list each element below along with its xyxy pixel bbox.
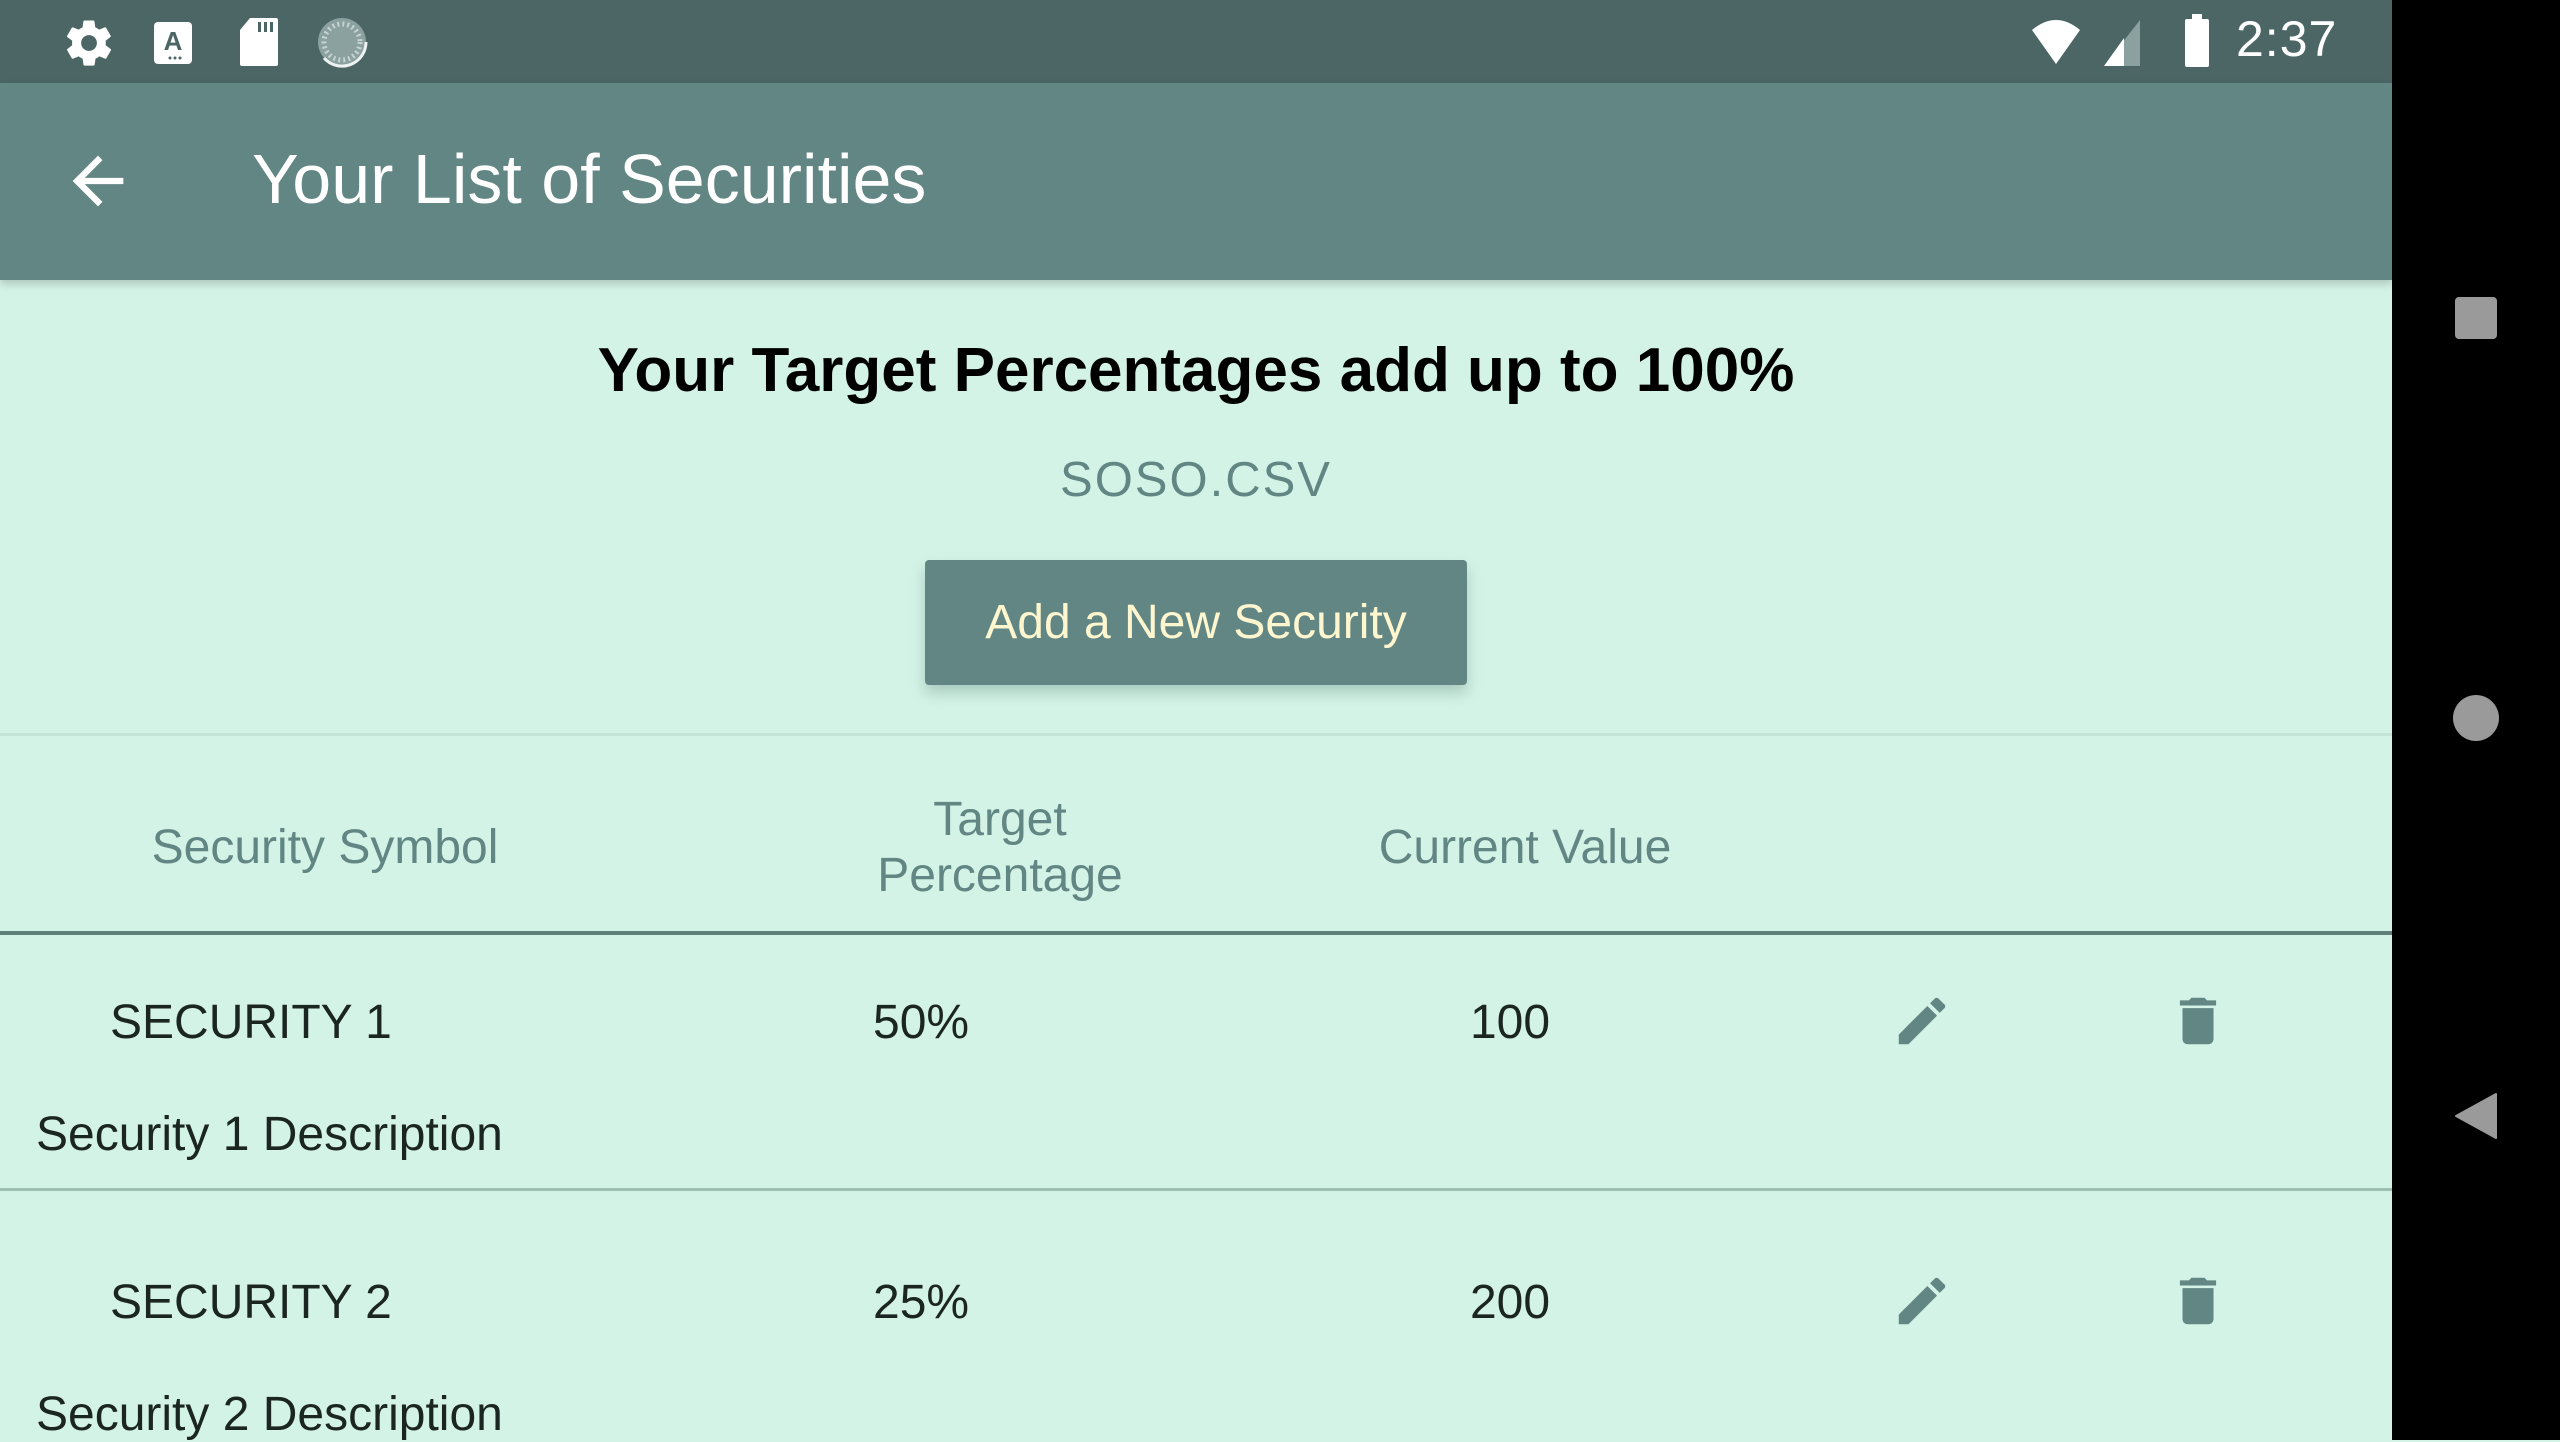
keyboard-a-icon: A — [152, 20, 194, 71]
add-new-security-button[interactable]: Add a New Security — [925, 560, 1467, 685]
column-header-target-percentage: Target Percentage — [800, 792, 1200, 904]
sync-loading-icon — [316, 16, 368, 73]
column-header-security-symbol: Security Symbol — [151, 821, 499, 874]
battery-icon — [2184, 14, 2210, 73]
current-value: 100 — [1469, 996, 1551, 1049]
status-bar: A 2:37 — [0, 0, 2392, 83]
current-value: 200 — [1469, 1276, 1551, 1329]
column-header-target-line1: Target — [933, 793, 1067, 846]
recents-square-icon — [2454, 296, 2498, 345]
recents-button[interactable] — [2392, 260, 2560, 380]
page-title: Your List of Securities — [252, 140, 927, 218]
svg-text:A: A — [164, 26, 183, 56]
delete-button[interactable] — [2158, 1263, 2238, 1343]
arrow-back-icon — [60, 155, 136, 223]
app-bar: Your List of Securities — [0, 83, 2392, 280]
column-header-current-value: Current Value — [1378, 821, 1672, 874]
security-description: Security 2 Description — [36, 1388, 503, 1441]
table-row: SECURITY 1 50% 100 Security 1 Descriptio… — [0, 935, 2392, 1188]
security-symbol: SECURITY 1 — [110, 996, 392, 1049]
divider — [0, 733, 2392, 736]
edit-button[interactable] — [1882, 983, 1962, 1063]
column-header-target-line2: Percentage — [877, 849, 1123, 902]
delete-trash-icon — [2167, 1270, 2229, 1337]
security-description: Security 1 Description — [36, 1108, 503, 1161]
edit-pencil-icon — [1891, 990, 1953, 1057]
settings-gear-icon — [62, 16, 116, 75]
edit-button[interactable] — [1882, 1263, 1962, 1343]
back-nav-button[interactable] — [2392, 1058, 2560, 1178]
target-percentage: 25% — [873, 1276, 970, 1329]
target-percentage: 50% — [873, 996, 970, 1049]
security-symbol: SECURITY 2 — [110, 1276, 392, 1329]
back-triangle-icon — [2454, 1092, 2498, 1145]
summary-heading: Your Target Percentages add up to 100% — [597, 336, 1795, 405]
file-name-label: SOSO.CSV — [1060, 453, 1332, 507]
cellular-signal-icon — [2102, 18, 2142, 73]
edit-pencil-icon — [1891, 1270, 1953, 1337]
sd-card-icon — [238, 16, 280, 73]
home-circle-icon — [2452, 694, 2500, 747]
back-button[interactable] — [60, 143, 136, 219]
wifi-icon — [2030, 16, 2082, 71]
table-row: SECURITY 2 25% 200 Security 2 Descriptio… — [0, 1191, 2392, 1441]
home-button[interactable] — [2392, 660, 2560, 780]
delete-button[interactable] — [2158, 983, 2238, 1063]
status-time: 2:37 — [2236, 11, 2338, 67]
delete-trash-icon — [2167, 990, 2229, 1057]
system-nav-bar — [2392, 0, 2560, 1440]
